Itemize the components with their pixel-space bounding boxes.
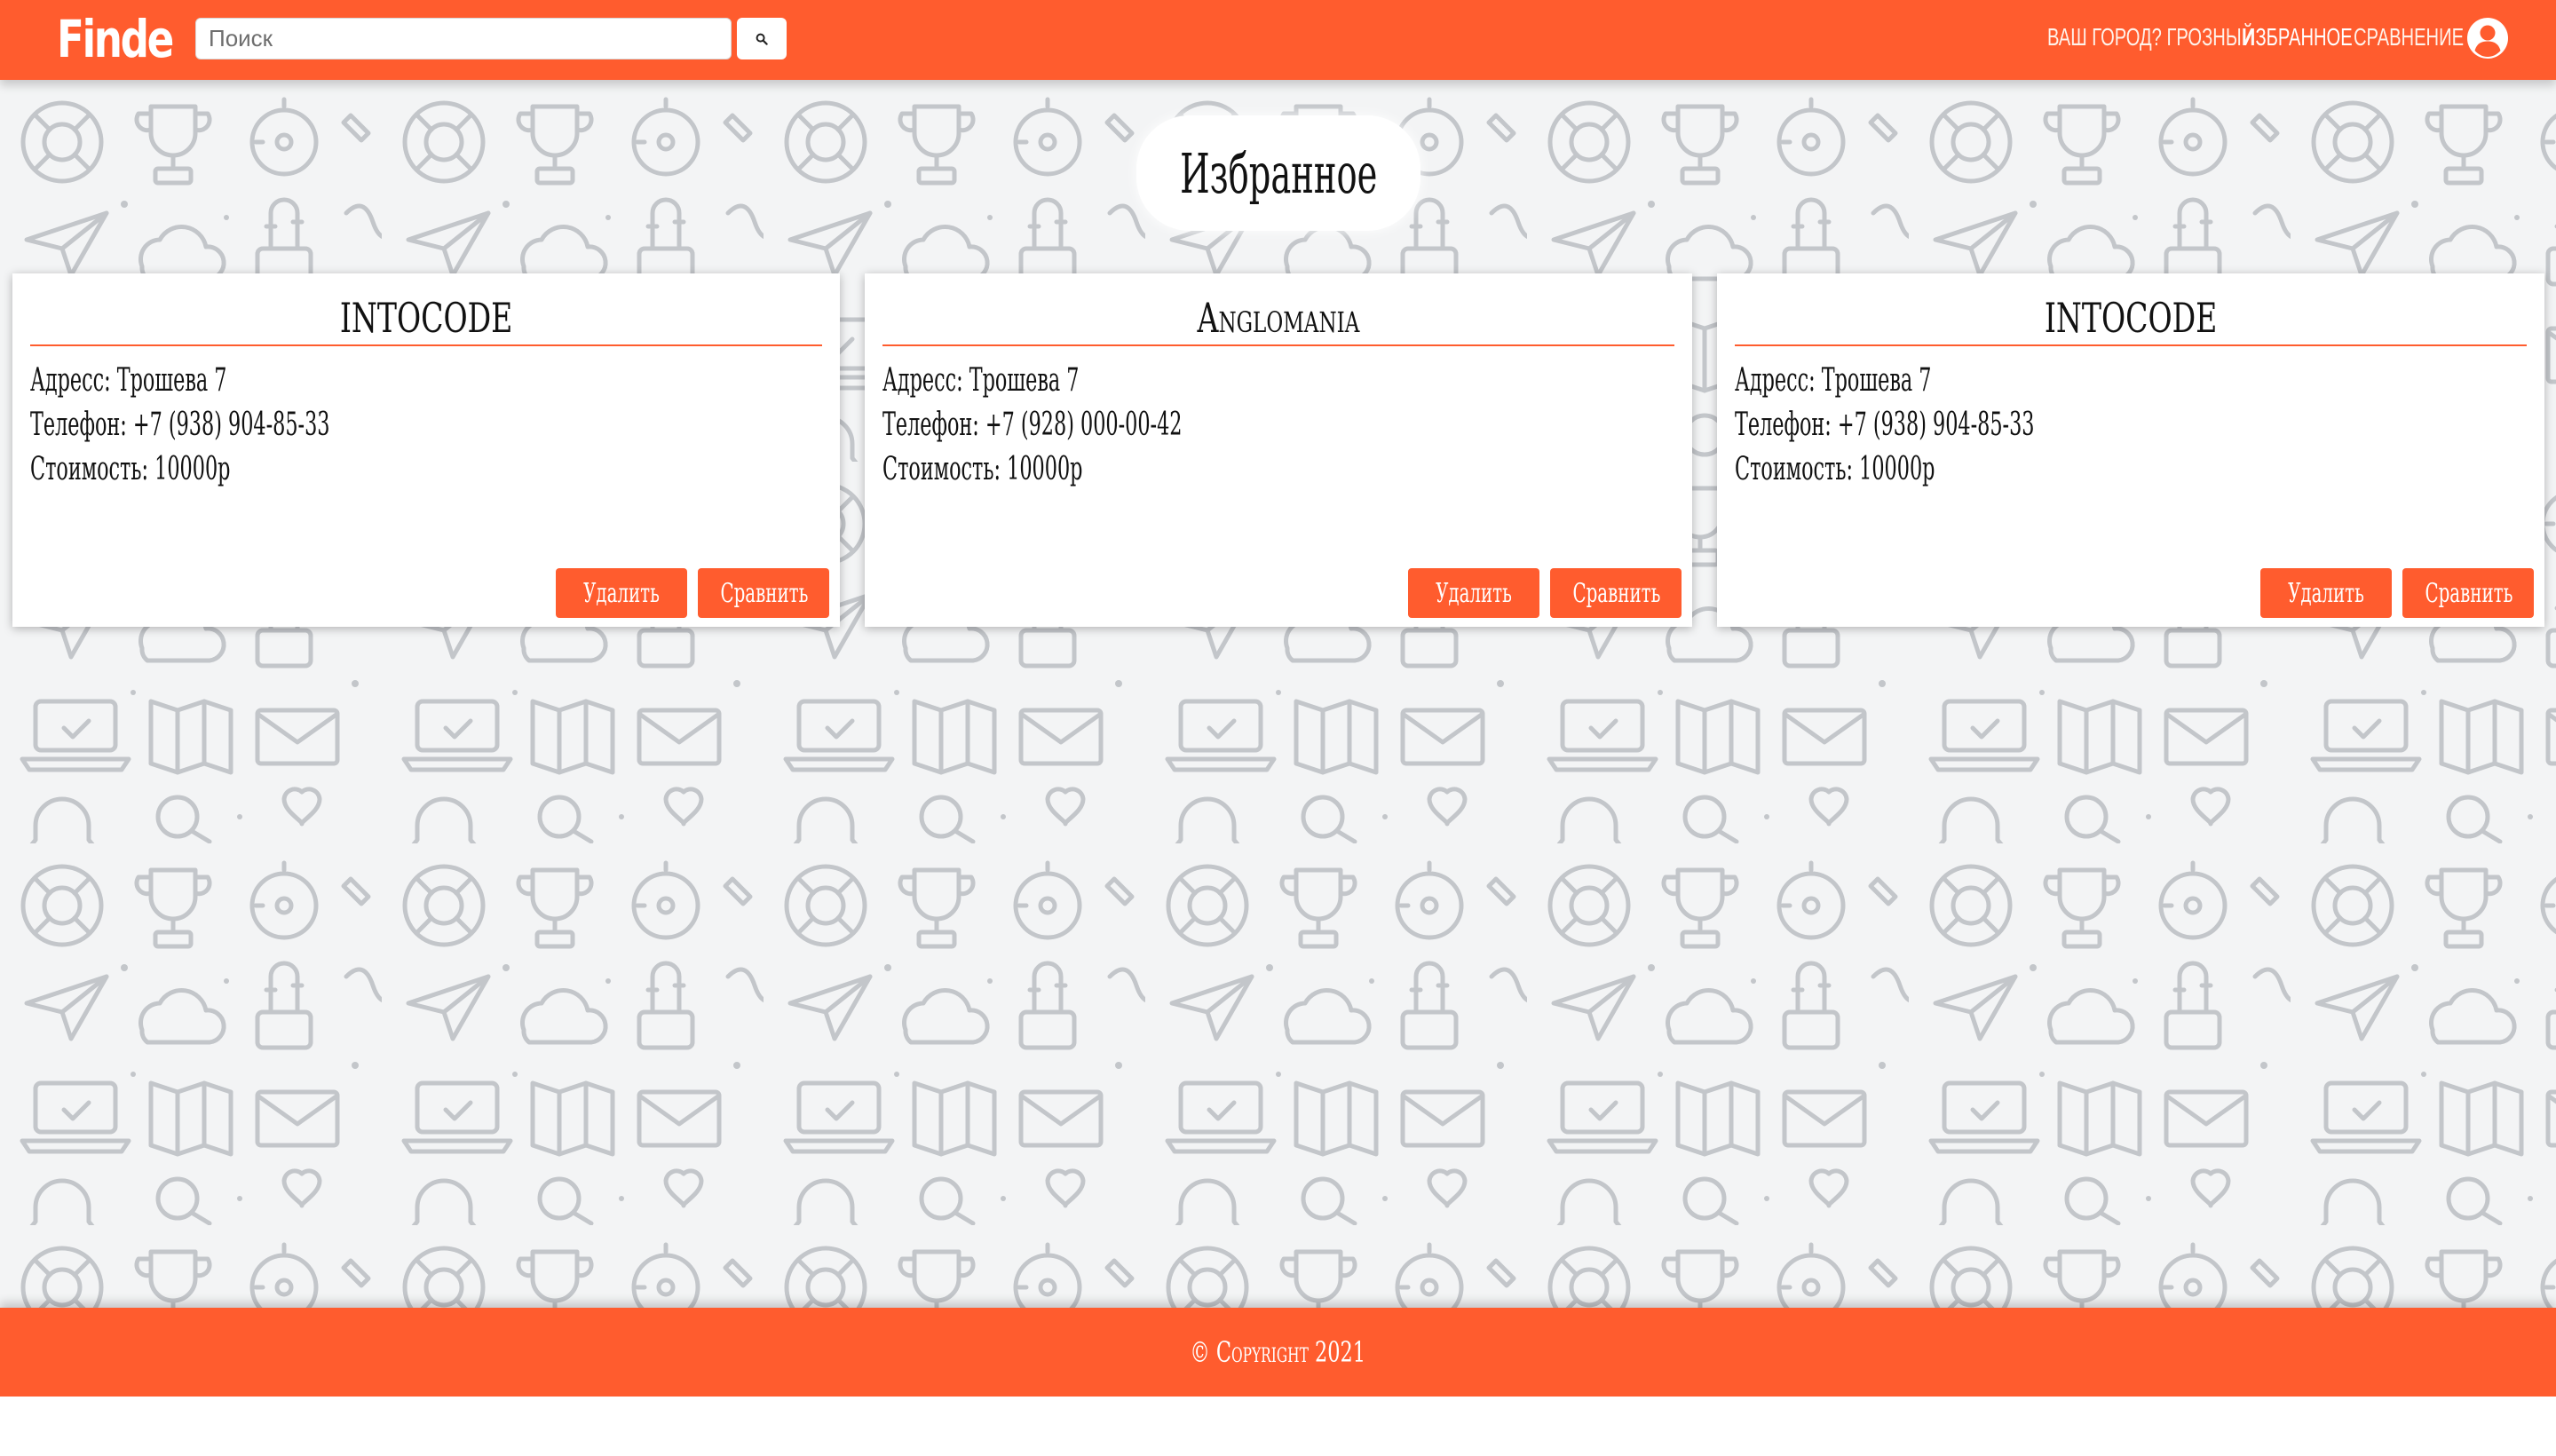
delete-button-label: Удалить xyxy=(1436,577,1512,609)
card-address: Адресс: Трошева 7 xyxy=(30,362,227,399)
card-title: Anglomania xyxy=(882,291,1674,346)
compare-button-label: Сравнить xyxy=(720,577,809,609)
card-phone: Телефон: +7 (938) 904-85-33 xyxy=(1735,407,2035,443)
main-content: Избранное INTOCODE Адресс: Трошева 7 Тел… xyxy=(0,80,2556,1308)
compare-button[interactable]: Сравнить xyxy=(2402,568,2534,618)
card-phone: Телефон: +7 (928) 000-00-42 xyxy=(882,407,1183,443)
search-input[interactable] xyxy=(195,18,732,59)
logo[interactable]: Finde xyxy=(57,4,174,75)
favorite-card: INTOCODE Адресс: Трошева 7 Телефон: +7 (… xyxy=(1717,273,2544,627)
card-title: INTOCODE xyxy=(30,291,822,346)
card-title-text: INTOCODE xyxy=(2044,294,2218,342)
compare-button[interactable]: Сравнить xyxy=(698,568,829,618)
delete-button-label: Удалить xyxy=(583,577,660,609)
card-price: Стоимость: 10000р xyxy=(882,451,1083,487)
card-price: Стоимость: 10000р xyxy=(30,451,231,487)
card-price: Стоимость: 10000р xyxy=(1735,451,1935,487)
card-phone: Телефон: +7 (938) 904-85-33 xyxy=(30,407,330,443)
card-address: Адресс: Трошева 7 xyxy=(1735,362,1932,399)
top-navbar: Finde ВАШ ГОРОД? ГРОЗНЫЙ ИЗБРАННОЕ СРАВН… xyxy=(0,0,2556,80)
card-title-text: Anglomania xyxy=(1197,294,1360,342)
user-circle-icon[interactable] xyxy=(2466,17,2509,59)
delete-button[interactable]: Удалить xyxy=(2260,568,2392,618)
nav-favorites[interactable]: ИЗБРАННОЕ xyxy=(2243,0,2353,75)
page-bottom-spacer xyxy=(0,1397,2556,1456)
page-title: Избранное xyxy=(1179,140,1378,206)
footer: © Copyright 2021 xyxy=(0,1308,2556,1397)
nav-compare[interactable]: СРАВНЕНИЕ xyxy=(2354,0,2464,75)
compare-button-label: Сравнить xyxy=(1572,577,1661,609)
delete-button-label: Удалить xyxy=(2288,577,2364,609)
compare-button-label: Сравнить xyxy=(2425,577,2513,609)
delete-button[interactable]: Удалить xyxy=(1408,568,1539,618)
search-icon xyxy=(756,33,768,45)
nav-city[interactable]: ВАШ ГОРОД? ГРОЗНЫЙ xyxy=(2047,0,2254,75)
delete-button[interactable]: Удалить xyxy=(556,568,687,618)
card-title-text: INTOCODE xyxy=(339,294,513,342)
page-title-badge: Избранное xyxy=(1136,115,1420,231)
card-address: Адресс: Трошева 7 xyxy=(882,362,1080,399)
doodle-pattern-background xyxy=(0,80,2556,1308)
search-button[interactable] xyxy=(737,18,787,59)
card-title: INTOCODE xyxy=(1735,291,2527,346)
favorite-card: INTOCODE Адресс: Трошева 7 Телефон: +7 (… xyxy=(12,273,840,627)
favorite-card: Anglomania Адресс: Трошева 7 Телефон: +7… xyxy=(865,273,1692,627)
copyright-text: © Copyright 2021 xyxy=(1190,1335,1366,1369)
compare-button[interactable]: Сравнить xyxy=(1550,568,1682,618)
